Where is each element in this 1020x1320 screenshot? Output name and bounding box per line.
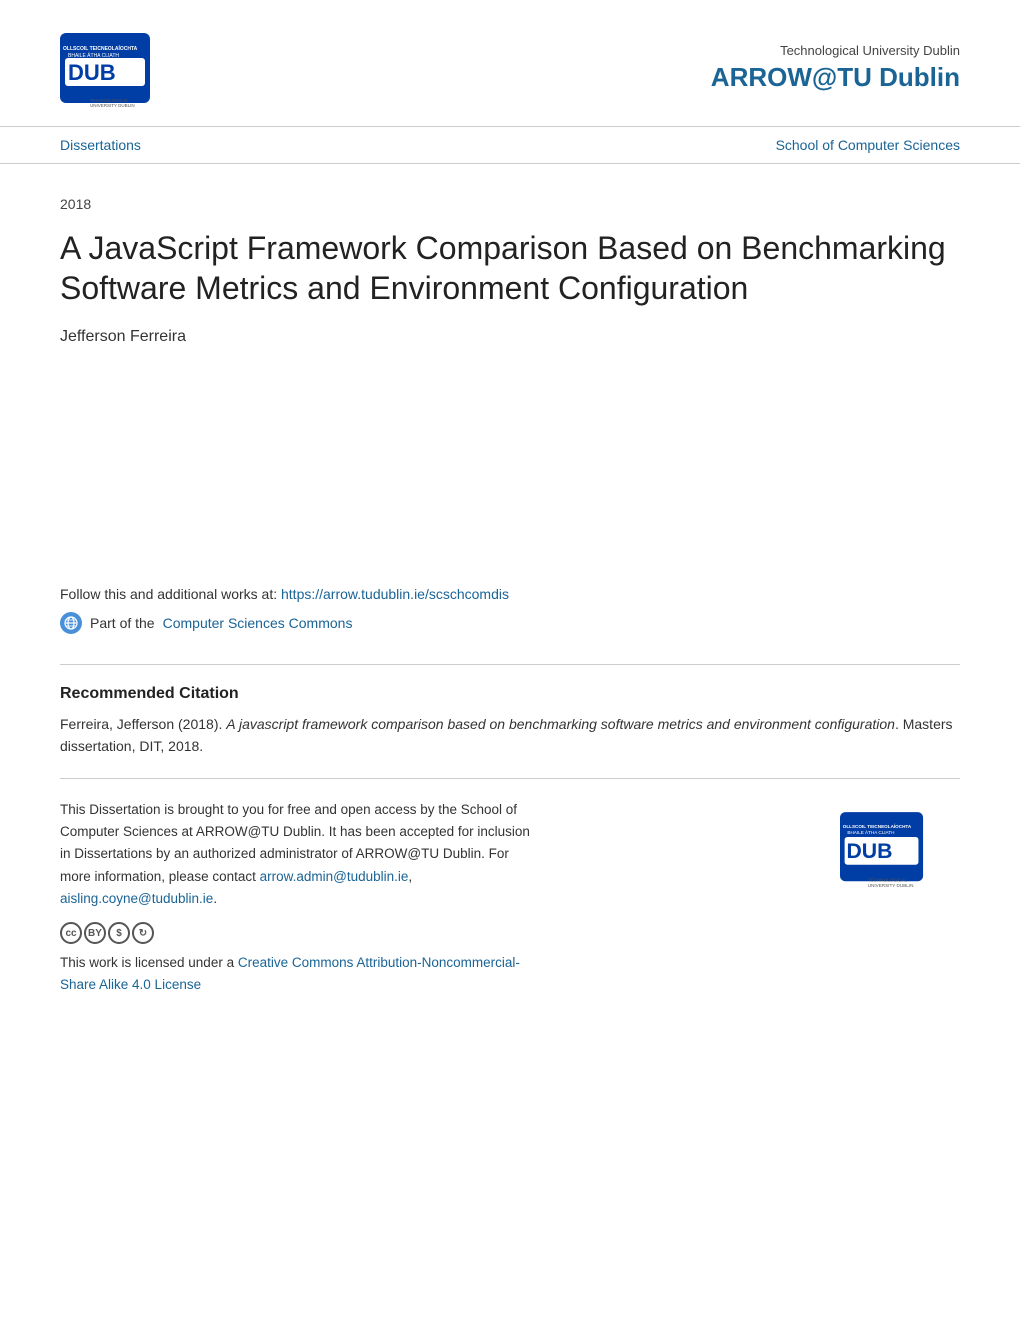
computer-sciences-commons-link[interactable]: Computer Sciences Commons [163, 615, 353, 631]
cc-circle-sa: ↻ [132, 922, 154, 944]
svg-text:BHAILE ÁTHA CLIATH: BHAILE ÁTHA CLIATH [847, 829, 894, 835]
header-right: Technological University Dublin ARROW@TU… [711, 43, 960, 93]
bottom-section: This Dissertation is brought to you for … [60, 799, 960, 996]
cc-license-badges: cc BY $ ↻ [60, 922, 540, 944]
publication-year: 2018 [60, 196, 960, 212]
citation-text: Ferreira, Jefferson (2018). A javascript… [60, 713, 960, 758]
body-paragraph: This Dissertation is brought to you for … [60, 799, 540, 910]
svg-text:UNIVERSITY DUBLIN: UNIVERSITY DUBLIN [90, 103, 135, 108]
follow-text: Follow this and additional works at: [60, 586, 281, 602]
part-of-prefix: Part of the [90, 615, 155, 631]
author-name: Jefferson Ferreira [60, 328, 960, 346]
part-of-section: Part of the Computer Sciences Commons [60, 612, 960, 634]
contact-comma: , [408, 869, 412, 884]
commons-icon [60, 612, 82, 634]
header: DUB OLLSCOIL TEICNEOLAÍOCHTA BHAILE ÁTHA… [0, 0, 1020, 127]
svg-text:DUB: DUB [846, 840, 892, 863]
tu-dublin-logo: DUB OLLSCOIL TEICNEOLAÍOCHTA BHAILE ÁTHA… [60, 28, 190, 108]
tu-dublin-logo-footer: DUB OLLSCOIL TEICNEOLAÍOCHTA BHAILE ÁTHA… [840, 799, 960, 899]
divider-2 [60, 778, 960, 779]
logo-area: DUB OLLSCOIL TEICNEOLAÍOCHTA BHAILE ÁTHA… [60, 28, 190, 108]
cc-badge-group: cc BY $ ↻ [60, 922, 156, 944]
left-info: This Dissertation is brought to you for … [60, 799, 540, 996]
follow-url[interactable]: https://arrow.tudublin.ie/scschcomdis [281, 586, 509, 602]
license-text: This work is licensed under a Creative C… [60, 952, 540, 995]
cc-circle-by: BY [84, 922, 106, 944]
svg-text:LIN: LIN [846, 862, 867, 877]
school-link[interactable]: School of Computer Sciences [776, 137, 960, 153]
contact-email2[interactable]: aisling.coyne@tudublin.ie [60, 891, 213, 906]
svg-text:TECHNOLOGICAL: TECHNOLOGICAL [868, 877, 908, 882]
svg-text:UNIVERSITY DUBLIN: UNIVERSITY DUBLIN [868, 883, 914, 888]
recommended-citation-heading: Recommended Citation [60, 685, 960, 703]
cc-circle-cc: cc [60, 922, 82, 944]
citation-italic: A javascript framework comparison based … [226, 716, 895, 732]
svg-text:DUB: DUB [68, 60, 116, 85]
svg-text:BHAILE ÁTHA CLIATH: BHAILE ÁTHA CLIATH [68, 52, 119, 59]
citation-prefix: Ferreira, Jefferson (2018). [60, 716, 226, 732]
page: DUB OLLSCOIL TEICNEOLAÍOCHTA BHAILE ÁTHA… [0, 0, 1020, 1320]
contact-period: . [213, 891, 217, 906]
divider-1 [60, 664, 960, 665]
follow-section: Follow this and additional works at: htt… [60, 586, 960, 602]
svg-text:OLLSCOIL TEICNEOLAÍOCHTA: OLLSCOIL TEICNEOLAÍOCHTA [63, 44, 138, 52]
svg-text:LIN: LIN [68, 84, 89, 99]
spacer [60, 386, 960, 586]
dissertations-link[interactable]: Dissertations [60, 137, 141, 153]
right-logo: DUB OLLSCOIL TEICNEOLAÍOCHTA BHAILE ÁTHA… [840, 799, 960, 904]
institution-name: Technological University Dublin [711, 43, 960, 58]
license-prefix: This work is licensed under a [60, 955, 238, 970]
navbar: Dissertations School of Computer Science… [0, 127, 1020, 164]
contact-email1[interactable]: arrow.admin@tudublin.ie [260, 869, 409, 884]
main-content: 2018 A JavaScript Framework Comparison B… [0, 164, 1020, 1035]
document-title: A JavaScript Framework Comparison Based … [60, 228, 960, 308]
cc-circle-nc: $ [108, 922, 130, 944]
repo-name: ARROW@TU Dublin [711, 62, 960, 93]
